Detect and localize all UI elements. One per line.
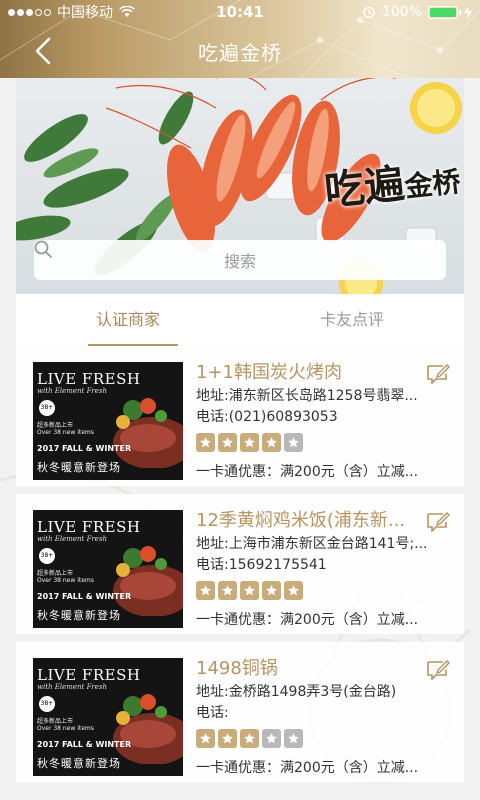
merchant-name: 1498铜锅	[196, 658, 278, 679]
merchant-name: 12季黄焖鸡米饭(浦东新...	[196, 510, 406, 531]
charging-icon	[464, 5, 472, 19]
merchant-address: 地址:浦东新区长岛路1258号翡翠...	[196, 388, 418, 404]
status-bar: 中国移动 10:41 100%	[0, 0, 480, 24]
merchant-card[interactable]: LIVE FRESH with Element Fresh 38+ 超多新品上市…	[16, 346, 464, 486]
search-placeholder: 搜索	[223, 252, 256, 271]
merchant-thumbnail: LIVE FRESH with Element Fresh 38+ 超多新品上市…	[33, 510, 183, 628]
nav-bar: 吃遍金桥	[0, 24, 480, 78]
wifi-icon	[119, 6, 135, 17]
merchant-promo: 一卡通优惠：满200元（含）立减...	[196, 612, 419, 628]
comment-edit-icon[interactable]	[426, 364, 450, 384]
star-empty-icon	[262, 729, 281, 748]
star-filled-icon	[262, 433, 281, 452]
banner[interactable]: 吃遍金桥 搜索	[16, 78, 464, 294]
star-filled-icon	[218, 433, 237, 452]
star-filled-icon	[240, 433, 259, 452]
merchant-address: 地址:上海市浦东新区金台路141号;...	[196, 536, 428, 552]
carrier-label: 中国移动	[57, 5, 113, 21]
merchant-phone: 电话:(021)60893053	[196, 409, 338, 425]
star-filled-icon	[196, 433, 215, 452]
search-icon	[34, 240, 52, 258]
comment-edit-icon[interactable]	[426, 512, 450, 532]
star-empty-icon	[284, 433, 303, 452]
search-input[interactable]: 搜索	[34, 240, 446, 280]
merchant-card[interactable]: LIVE FRESH with Element Fresh 38+ 超多新品上市…	[16, 642, 464, 782]
signal-icon	[8, 8, 51, 16]
merchant-thumbnail: LIVE FRESH with Element Fresh 38+ 超多新品上市…	[33, 362, 183, 480]
star-empty-icon	[284, 729, 303, 748]
rating-stars	[196, 729, 458, 749]
status-time: 10:41	[216, 3, 264, 21]
chevron-left-icon	[35, 37, 51, 65]
star-filled-icon	[218, 729, 237, 748]
tab-bar: 认证商家 卡友点评	[16, 294, 464, 346]
rating-stars	[196, 581, 458, 601]
star-filled-icon	[240, 729, 259, 748]
merchant-promo: 一卡通优惠：满200元（含）立减...	[196, 464, 419, 480]
battery-icon	[428, 5, 461, 19]
merchant-phone: 电话:	[196, 705, 229, 721]
tab-cardholder-reviews[interactable]: 卡友点评	[240, 294, 464, 346]
merchant-card[interactable]: LIVE FRESH with Element Fresh 38+ 超多新品上市…	[16, 494, 464, 634]
tab-verified-merchants[interactable]: 认证商家	[16, 294, 240, 346]
battery-percent: 100%	[381, 4, 422, 20]
star-filled-icon	[240, 581, 259, 600]
merchant-promo: 一卡通优惠：满200元（含）立减...	[196, 760, 419, 776]
alarm-icon	[363, 6, 375, 19]
rating-stars	[196, 433, 458, 453]
star-filled-icon	[196, 581, 215, 600]
merchant-name: 1+1韩国炭火烤肉	[196, 362, 342, 383]
comment-edit-icon[interactable]	[426, 660, 450, 680]
star-filled-icon	[262, 581, 281, 600]
merchant-phone: 电话:15692175541	[196, 557, 327, 573]
back-button[interactable]	[28, 36, 58, 66]
page-title: 吃遍金桥	[198, 40, 282, 65]
star-filled-icon	[196, 729, 215, 748]
merchant-address: 地址:金桥路1498弄3号(金台路)	[196, 684, 397, 700]
header: 中国移动 10:41 100% 吃遍金桥	[0, 0, 480, 78]
star-filled-icon	[218, 581, 237, 600]
merchant-thumbnail: LIVE FRESH with Element Fresh 38+ 超多新品上市…	[33, 658, 183, 776]
star-filled-icon	[284, 581, 303, 600]
